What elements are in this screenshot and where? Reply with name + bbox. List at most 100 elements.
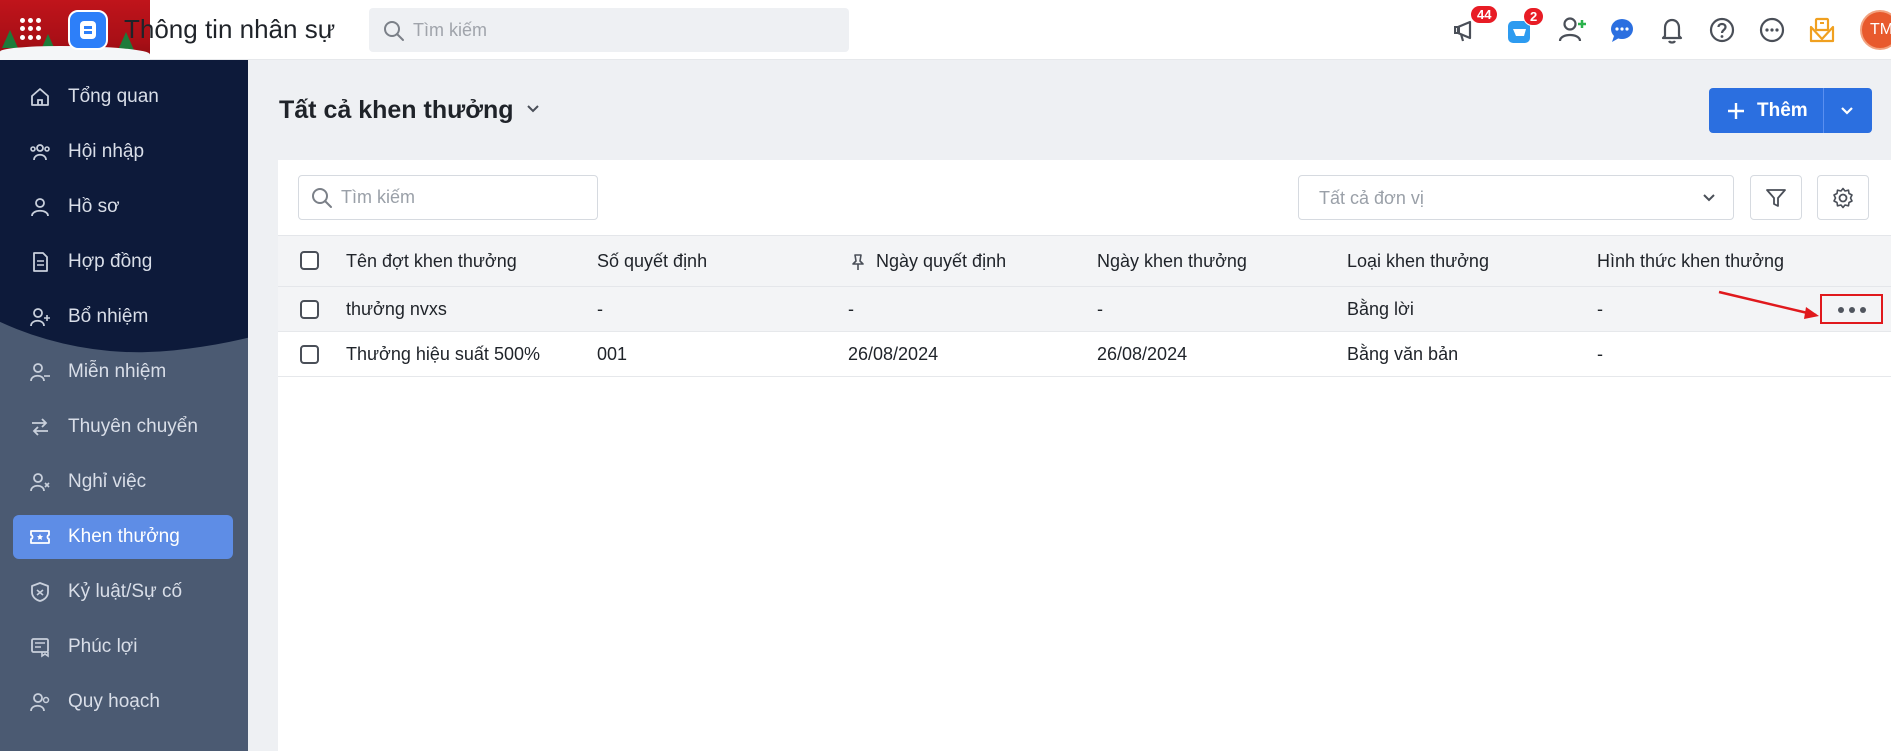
table-cell: - [1097,299,1103,319]
table-header: Tên đợt khen thưởng Số quyết định Ngày q… [278,235,1891,287]
resign-icon [30,473,50,492]
onboarding-icon [30,144,50,161]
sidebar-item-label: Quy hoạch [68,691,160,712]
sidebar-item-label: Thuyên chuyển [68,416,198,437]
settings-button[interactable] [1817,175,1869,220]
select-all-checkbox[interactable] [300,251,319,270]
global-search[interactable] [369,8,849,52]
column-header[interactable]: Ngày khen thưởng [1097,251,1247,272]
sidebar-item-label: Miễn nhiệm [68,361,167,382]
table-row[interactable]: thưởng nvxs - - - Bằng lời - [278,287,1891,332]
add-reward-button[interactable]: Thêm [1709,88,1872,133]
table-cell: 001 [597,344,628,364]
reward-icon [30,530,50,544]
chevron-down-icon[interactable] [1839,103,1855,119]
filter-button[interactable] [1750,175,1802,220]
app-grid-icon[interactable] [20,18,42,40]
table-row[interactable]: Thưởng hiệu suất 500% 001 26/08/2024 26/… [278,332,1891,377]
top-bar: Thông tin nhân sự 44 2 TM [0,0,1891,60]
column-header[interactable]: Ngày quyết định [876,251,1006,272]
sidebar-item-phuc-loi[interactable]: Phúc lợi [13,625,233,669]
table-cell: - [848,299,854,319]
sidebar-item-label: Khen thưởng [68,526,180,547]
rewards-button[interactable] [1804,12,1840,48]
main-content: Tất cả khen thưởng Thêm Tất cả đơn vị Tê… [248,60,1891,751]
column-header[interactable]: Hình thức khen thưởng [1597,251,1784,272]
sidebar-item-ho-so[interactable]: Hồ sơ [13,185,233,229]
discipline-icon [31,582,49,602]
app-title: Thông tin nhân sự [124,14,336,44]
sidebar-item-nghi-viec[interactable]: Nghỉ việc [13,460,233,504]
sidebar-item-thuyen-chuyen[interactable]: Thuyên chuyển [13,405,233,449]
search-icon [312,188,332,208]
table-search[interactable] [298,175,598,220]
appoint-icon [30,308,50,327]
app-logo[interactable] [68,10,108,50]
table-search-input[interactable] [341,176,591,219]
annotation-arrow [1718,290,1819,319]
pin-icon[interactable] [850,253,866,271]
column-header[interactable]: Loại khen thưởng [1347,251,1489,272]
gift-box-icon [1809,17,1835,43]
row-more-actions-button[interactable] [1820,294,1883,324]
notification-badge: 2 [1523,7,1545,26]
table-cell: Bằng văn bản [1347,344,1459,364]
notification-badge: 44 [1470,5,1499,24]
table-cell: - [597,299,603,319]
chat-icon [1611,19,1633,42]
help-button[interactable] [1704,12,1740,48]
tree-decoration [2,30,18,48]
more-circle-icon [1759,17,1785,43]
transfer-icon [32,418,48,436]
bell-icon [1661,18,1683,44]
sidebar-item-quy-hoach[interactable]: Quy hoạch [13,680,233,724]
row-checkbox[interactable] [300,345,319,364]
welfare-icon [31,638,49,658]
profile-icon [31,198,49,217]
unit-filter-select[interactable]: Tất cả đơn vị [1298,175,1734,220]
table-cell: 26/08/2024 [848,344,939,364]
table-cell: Thưởng hiệu suất 500% [346,344,540,364]
sidebar-item-hop-dong[interactable]: Hợp đồng [13,240,233,284]
sidebar-item-label: Bổ nhiệm [68,306,149,327]
rewards-panel: Tất cả đơn vị Tên đợt khen thưởng Số quy… [278,160,1891,751]
dismiss-icon [30,363,50,382]
sidebar-item-hoi-nhap[interactable]: Hội nhập [13,130,233,174]
button-divider [1823,88,1824,133]
sidebar-item-label: Hồ sơ [68,196,120,217]
store-button[interactable]: 2 [1501,7,1545,48]
search-icon [384,21,404,41]
planning-icon [30,693,50,712]
add-button-label: Thêm [1757,100,1808,121]
table-cell: 26/08/2024 [1097,344,1188,364]
column-header[interactable]: Tên đợt khen thưởng [346,251,517,272]
sidebar-item-bo-nhiem[interactable]: Bổ nhiệm [13,295,233,339]
sidebar-item-ky-luat[interactable]: Kỷ luật/Sự cố [13,570,233,614]
global-search-input[interactable] [413,8,833,52]
sidebar-item-mien-nhiem[interactable]: Miễn nhiệm [13,350,233,394]
table-cell: - [1597,299,1603,319]
sidebar-item-label: Kỷ luật/Sự cố [68,581,183,602]
page-title[interactable]: Tất cả khen thưởng [279,96,514,125]
announcement-button[interactable]: 44 [1451,5,1499,48]
filter-icon [1766,189,1786,207]
contract-icon [33,252,48,272]
sidebar-item-khen-thuong[interactable]: Khen thưởng [13,515,233,559]
plus-icon [1728,103,1744,119]
more-apps-button[interactable] [1754,12,1790,48]
sidebar-item-label: Phúc lợi [68,636,138,657]
chevron-down-icon [1703,194,1715,202]
notifications-button[interactable] [1654,12,1690,48]
chevron-down-icon[interactable] [525,100,541,116]
add-user-button[interactable] [1554,12,1590,48]
row-checkbox[interactable] [300,300,319,319]
sidebar-item-label: Tổng quan [68,86,159,107]
user-avatar[interactable]: TM [1860,10,1891,50]
sidebar-item-label: Hội nhập [68,141,145,162]
chat-button[interactable] [1604,12,1640,48]
table-cell: Bằng lời [1347,299,1414,319]
sidebar-item-tong-quan[interactable]: Tổng quan [13,75,233,119]
column-header[interactable]: Số quyết định [597,251,707,272]
help-icon [1709,17,1735,43]
unit-filter-value: Tất cả đơn vị [1319,188,1424,208]
